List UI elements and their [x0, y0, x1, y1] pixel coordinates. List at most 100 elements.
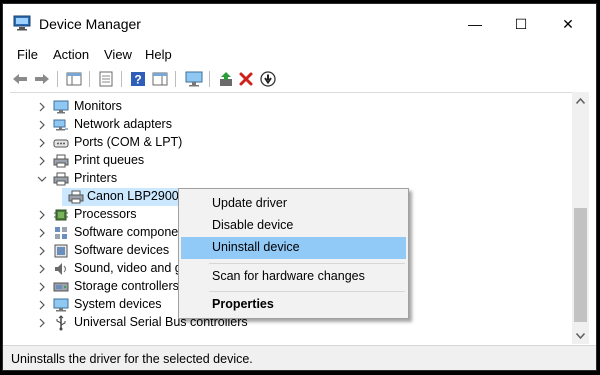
- chevron-right-icon[interactable]: [37, 138, 47, 148]
- tree-item-label: Software devices: [74, 243, 170, 257]
- tree-item-label: Print queues: [74, 153, 145, 167]
- tree-item-label: System devices: [74, 297, 162, 311]
- usb-icon: [56, 315, 66, 331]
- menu-action[interactable]: Action: [53, 47, 89, 62]
- chevron-right-icon[interactable]: [37, 246, 47, 256]
- monitor-button[interactable]: [185, 70, 203, 88]
- help-button[interactable]: ?: [129, 70, 147, 88]
- monitor-icon: [185, 71, 203, 87]
- back-button[interactable]: [11, 70, 29, 88]
- forward-arrow-icon: [35, 74, 49, 84]
- menu-separator: [209, 263, 405, 264]
- properties-button[interactable]: [97, 70, 115, 88]
- close-button[interactable]: ✕: [545, 4, 591, 44]
- menu-help[interactable]: Help: [145, 47, 172, 62]
- menu-item-label: Properties: [212, 297, 274, 311]
- menu-item-uninstall-device[interactable]: Uninstall device: [181, 237, 406, 259]
- system-device-icon: [53, 298, 69, 312]
- menu-item-scan-for-hardware-changes[interactable]: Scan for hardware changes: [181, 266, 406, 288]
- menu-item-label: Uninstall device: [212, 240, 300, 254]
- chevron-right-icon[interactable]: [37, 156, 47, 166]
- tree-item-label: Sound, video and ga: [74, 261, 189, 275]
- toolbar-separator: [89, 71, 90, 87]
- vertical-scrollbar[interactable]: [572, 92, 589, 344]
- context-menu: Update driver Disable device Uninstall d…: [178, 188, 409, 319]
- chevron-right-icon[interactable]: [37, 210, 47, 220]
- show-hide-console-tree-button[interactable]: [65, 70, 83, 88]
- update-driver-button[interactable]: [217, 70, 235, 88]
- tree-item-printers[interactable]: Printers: [10, 170, 572, 188]
- maximize-icon: ☐: [514, 15, 528, 32]
- update-driver-icon: [220, 72, 232, 86]
- menu-item-label: Update driver: [212, 196, 288, 210]
- menu-item-label: Disable device: [212, 218, 294, 232]
- uninstall-icon: [239, 72, 253, 86]
- menu-view[interactable]: View: [104, 47, 132, 62]
- scroll-down-icon: [576, 332, 585, 339]
- chevron-right-icon[interactable]: [37, 282, 47, 292]
- processor-icon: [54, 209, 68, 221]
- toolbar-separator: [121, 71, 122, 87]
- tree-item-label: Canon LBP2900: [87, 189, 179, 203]
- scroll-up-button[interactable]: [572, 92, 589, 109]
- menu-item-disable-device[interactable]: Disable device: [181, 215, 406, 237]
- maximize-button[interactable]: ☐: [498, 4, 544, 44]
- chevron-right-icon[interactable]: [37, 102, 47, 112]
- window-title: Device Manager: [39, 16, 141, 32]
- device-manager-window: Device Manager — ☐ ✕ File Action View He…: [2, 3, 597, 371]
- chevron-right-icon[interactable]: [37, 264, 47, 274]
- storage-controller-icon: [53, 282, 69, 292]
- menu-item-update-driver[interactable]: Update driver: [181, 193, 406, 215]
- tree-item-ports-com-lpt[interactable]: Ports (COM & LPT): [10, 134, 572, 152]
- menu-item-label: Scan for hardware changes: [212, 269, 365, 283]
- back-arrow-icon: [13, 74, 27, 84]
- status-bar: Uninstalls the driver for the selected d…: [3, 345, 596, 370]
- menu-item-properties[interactable]: Properties: [181, 294, 406, 316]
- toolbar-separator: [209, 71, 210, 87]
- uninstall-button[interactable]: [237, 70, 255, 88]
- chevron-right-icon[interactable]: [37, 120, 47, 130]
- chevron-right-icon[interactable]: [37, 318, 47, 328]
- show-hide-console-tree-icon: [66, 72, 82, 86]
- tree-item-print-queues[interactable]: Print queues: [10, 152, 572, 170]
- port-icon: [53, 139, 69, 148]
- chevron-right-icon[interactable]: [37, 228, 47, 238]
- software-device-icon: [54, 244, 68, 258]
- menu-separator: [209, 291, 405, 292]
- network-adapter-icon: [53, 119, 68, 131]
- scrollbar-thumb[interactable]: [574, 208, 587, 322]
- action-pane-icon: [152, 72, 168, 86]
- forward-button[interactable]: [33, 70, 51, 88]
- minimize-icon: —: [468, 16, 482, 32]
- printer-icon: [53, 172, 69, 186]
- tree-item-label: Ports (COM & LPT): [74, 135, 183, 149]
- tree-item-label: Processors: [74, 207, 137, 221]
- tree-item-label: Network adapters: [74, 117, 172, 131]
- help-icon: ?: [131, 72, 145, 87]
- monitor-icon: [53, 100, 69, 114]
- printer-icon: [68, 190, 84, 204]
- toolbar: ?: [3, 67, 596, 91]
- software-component-icon: [55, 227, 67, 239]
- svg-text:?: ?: [134, 73, 141, 87]
- device-manager-icon: [13, 15, 31, 31]
- disable-device-button[interactable]: [259, 70, 277, 88]
- tree-item-network-adapters[interactable]: Network adapters: [10, 116, 572, 134]
- chevron-right-icon[interactable]: [37, 300, 47, 310]
- speaker-icon: [55, 263, 66, 275]
- action-pane-button[interactable]: [151, 70, 169, 88]
- printer-icon: [53, 154, 69, 168]
- tree-item-label: Storage controllers: [74, 279, 179, 293]
- chevron-down-icon[interactable]: [37, 174, 47, 184]
- tree-item-label: Software componer: [74, 225, 183, 239]
- properties-icon: [99, 71, 113, 87]
- status-text: Uninstalls the driver for the selected d…: [11, 352, 253, 366]
- scroll-up-icon: [576, 97, 585, 104]
- title-bar[interactable]: Device Manager — ☐ ✕: [3, 4, 596, 44]
- menu-file[interactable]: File: [17, 47, 38, 62]
- minimize-button[interactable]: —: [452, 4, 498, 44]
- disable-device-icon: [260, 71, 276, 87]
- tree-item-monitors[interactable]: Monitors: [10, 98, 572, 116]
- scroll-down-button[interactable]: [572, 327, 589, 344]
- toolbar-separator: [57, 71, 58, 87]
